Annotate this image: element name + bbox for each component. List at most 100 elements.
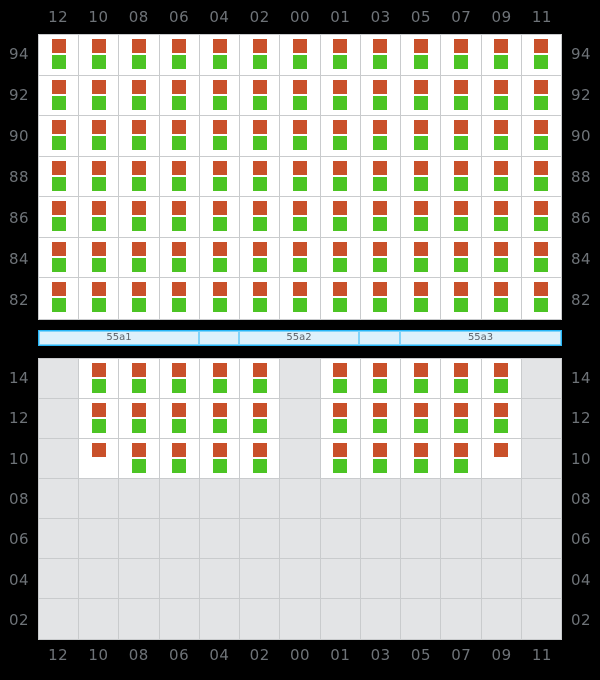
grid-cell-08-04[interactable] xyxy=(119,559,159,598)
grid-cell-00-92[interactable] xyxy=(280,75,320,116)
grid-cell-07-10[interactable] xyxy=(441,439,481,478)
grid-cell-01-90[interactable] xyxy=(320,116,360,156)
grid-cell-03-88[interactable] xyxy=(360,156,401,197)
segment-55a1[interactable]: 55a1 xyxy=(39,331,199,345)
grid-cell-01-82[interactable] xyxy=(320,278,360,320)
grid-cell-04-02[interactable] xyxy=(199,599,240,639)
grid-cell-06-10[interactable] xyxy=(159,439,199,478)
grid-cell-08-12[interactable] xyxy=(119,399,159,438)
grid-cell-00-86[interactable] xyxy=(280,197,320,237)
grid-cell-03-92[interactable] xyxy=(360,75,401,116)
grid-cell-03-10[interactable] xyxy=(360,439,401,478)
grid-cell-11-94[interactable] xyxy=(521,35,562,75)
grid-cell-07-90[interactable] xyxy=(441,116,481,156)
grid-cell-00-84[interactable] xyxy=(280,237,320,278)
grid-cell-10-06[interactable] xyxy=(79,519,119,558)
grid-cell-05-14[interactable] xyxy=(401,359,441,398)
grid-cell-05-84[interactable] xyxy=(401,237,441,278)
grid-cell-12-08[interactable] xyxy=(39,479,79,518)
grid-cell-11-10[interactable] xyxy=(521,439,562,478)
grid-cell-02-04[interactable] xyxy=(240,559,280,598)
grid-cell-09-94[interactable] xyxy=(481,35,521,75)
grid-cell-01-86[interactable] xyxy=(320,197,360,237)
grid-cell-10-08[interactable] xyxy=(79,479,119,518)
grid-cell-01-88[interactable] xyxy=(320,156,360,197)
grid-cell-08-08[interactable] xyxy=(119,479,159,518)
grid-cell-11-02[interactable] xyxy=(521,599,562,639)
grid-cell-05-04[interactable] xyxy=(401,559,441,598)
grid-cell-07-86[interactable] xyxy=(441,197,481,237)
segment-55a2[interactable]: 55a2 xyxy=(239,331,359,345)
grid-cell-04-06[interactable] xyxy=(199,519,240,558)
grid-cell-05-06[interactable] xyxy=(401,519,441,558)
segment-55a3[interactable]: 55a3 xyxy=(400,331,561,345)
grid-cell-04-04[interactable] xyxy=(199,559,240,598)
grid-cell-01-08[interactable] xyxy=(320,479,360,518)
grid-cell-05-92[interactable] xyxy=(401,75,441,116)
grid-cell-04-86[interactable] xyxy=(199,197,240,237)
grid-cell-06-14[interactable] xyxy=(159,359,199,398)
grid-cell-03-08[interactable] xyxy=(360,479,401,518)
grid-cell-10-86[interactable] xyxy=(79,197,119,237)
grid-cell-09-08[interactable] xyxy=(481,479,521,518)
grid-cell-01-04[interactable] xyxy=(320,559,360,598)
grid-cell-05-86[interactable] xyxy=(401,197,441,237)
grid-cell-03-94[interactable] xyxy=(360,35,401,75)
grid-cell-06-82[interactable] xyxy=(159,278,199,320)
grid-cell-12-86[interactable] xyxy=(39,197,79,237)
grid-cell-09-82[interactable] xyxy=(481,278,521,320)
grid-cell-06-88[interactable] xyxy=(159,156,199,197)
grid-cell-08-84[interactable] xyxy=(119,237,159,278)
grid-cell-04-94[interactable] xyxy=(199,35,240,75)
grid-cell-12-82[interactable] xyxy=(39,278,79,320)
grid-cell-12-04[interactable] xyxy=(39,559,79,598)
grid-cell-06-08[interactable] xyxy=(159,479,199,518)
grid-cell-11-12[interactable] xyxy=(521,399,562,438)
grid-cell-03-04[interactable] xyxy=(360,559,401,598)
grid-cell-12-10[interactable] xyxy=(39,439,79,478)
grid-cell-00-06[interactable] xyxy=(280,519,320,558)
grid-cell-02-82[interactable] xyxy=(240,278,280,320)
grid-cell-05-12[interactable] xyxy=(401,399,441,438)
grid-cell-09-84[interactable] xyxy=(481,237,521,278)
grid-cell-02-10[interactable] xyxy=(240,439,280,478)
grid-cell-09-90[interactable] xyxy=(481,116,521,156)
segment-annotation-bar[interactable]: 55a1 55a2 55a3 xyxy=(38,330,562,346)
grid-cell-07-92[interactable] xyxy=(441,75,481,116)
grid-cell-05-82[interactable] xyxy=(401,278,441,320)
grid-cell-00-14[interactable] xyxy=(280,359,320,398)
grid-cell-02-14[interactable] xyxy=(240,359,280,398)
grid-cell-06-92[interactable] xyxy=(159,75,199,116)
grid-cell-05-02[interactable] xyxy=(401,599,441,639)
grid-cell-10-04[interactable] xyxy=(79,559,119,598)
grid-cell-07-12[interactable] xyxy=(441,399,481,438)
grid-cell-10-14[interactable] xyxy=(79,359,119,398)
grid-cell-04-14[interactable] xyxy=(199,359,240,398)
grid-cell-03-14[interactable] xyxy=(360,359,401,398)
grid-cell-06-90[interactable] xyxy=(159,116,199,156)
grid-cell-08-86[interactable] xyxy=(119,197,159,237)
grid-cell-12-88[interactable] xyxy=(39,156,79,197)
grid-cell-12-90[interactable] xyxy=(39,116,79,156)
grid-cell-12-06[interactable] xyxy=(39,519,79,558)
grid-cell-00-82[interactable] xyxy=(280,278,320,320)
grid-cell-10-02[interactable] xyxy=(79,599,119,639)
grid-cell-02-06[interactable] xyxy=(240,519,280,558)
grid-cell-01-14[interactable] xyxy=(320,359,360,398)
grid-cell-12-12[interactable] xyxy=(39,399,79,438)
grid-cell-11-04[interactable] xyxy=(521,559,562,598)
grid-cell-12-84[interactable] xyxy=(39,237,79,278)
grid-cell-11-90[interactable] xyxy=(521,116,562,156)
grid-cell-01-06[interactable] xyxy=(320,519,360,558)
grid-cell-05-10[interactable] xyxy=(401,439,441,478)
segment-gap-1[interactable] xyxy=(198,331,240,345)
grid-cell-08-06[interactable] xyxy=(119,519,159,558)
grid-cell-03-12[interactable] xyxy=(360,399,401,438)
grid-cell-10-94[interactable] xyxy=(79,35,119,75)
segment-gap-3[interactable] xyxy=(358,331,401,345)
grid-cell-09-06[interactable] xyxy=(481,519,521,558)
grid-cell-00-10[interactable] xyxy=(280,439,320,478)
grid-cell-11-88[interactable] xyxy=(521,156,562,197)
grid-cell-02-08[interactable] xyxy=(240,479,280,518)
grid-cell-01-92[interactable] xyxy=(320,75,360,116)
